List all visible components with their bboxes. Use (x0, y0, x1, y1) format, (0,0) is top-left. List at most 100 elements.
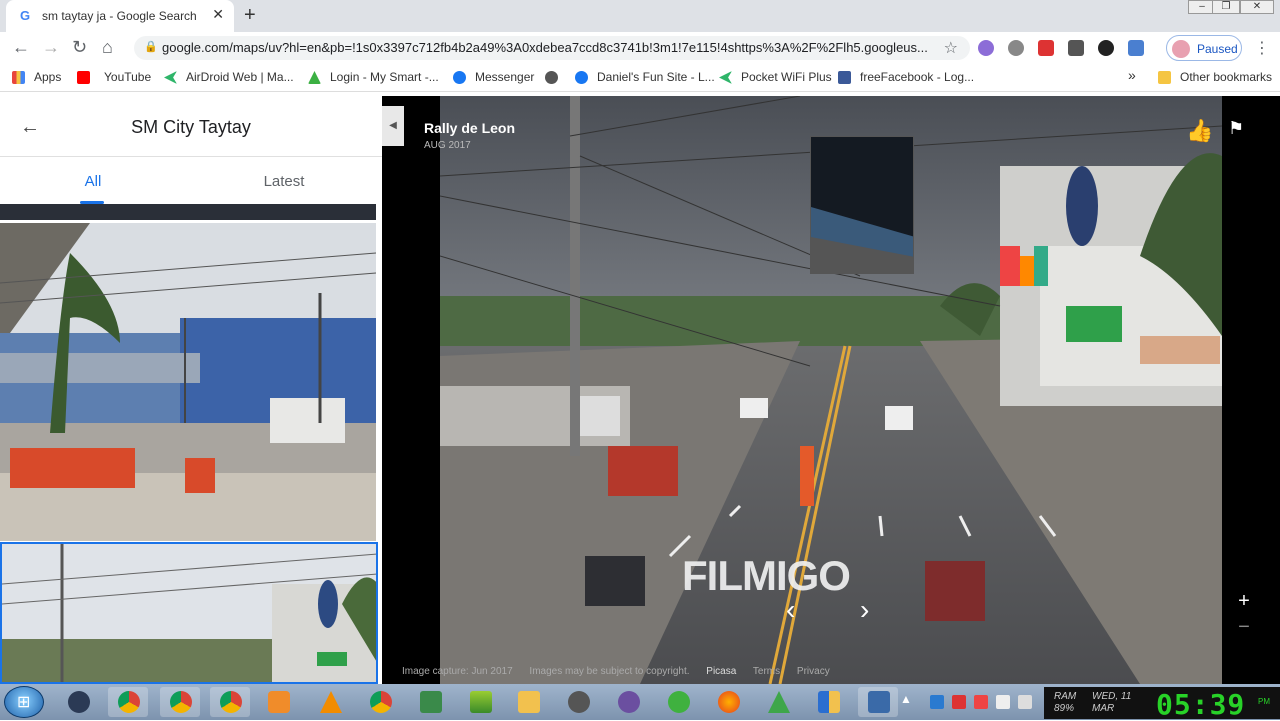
windows-taskbar: ⊞ ▲ RAM 89% WED, 11 MAR 05:39 PM (0, 684, 1280, 721)
taskbar-app[interactable] (808, 687, 848, 717)
network-icon[interactable] (996, 695, 1010, 709)
home-icon[interactable]: ⌂ (102, 37, 113, 58)
taskbar-app[interactable] (410, 687, 450, 717)
bookmark-youtube[interactable]: YouTube (104, 70, 151, 84)
globe-icon (545, 71, 558, 84)
viewer-footer: Image capture: Jun 2017 Images may be su… (402, 666, 844, 677)
facebook-icon (838, 71, 851, 84)
bookmark-pocketwifi[interactable]: Pocket WiFi Plus (741, 70, 832, 84)
reload-icon[interactable]: ↻ (72, 37, 87, 58)
taskbar-app[interactable] (360, 687, 400, 717)
tab-all[interactable]: All (0, 173, 186, 190)
chrome-icon (220, 691, 242, 713)
taskbar-app[interactable] (210, 687, 250, 717)
address-bar[interactable]: 🔒 google.com/maps/uv?hl=en&pb=!1s0x3397c… (134, 36, 970, 60)
new-tab-icon[interactable]: + (244, 4, 256, 27)
filmigo-watermark: FILMIGO (682, 552, 851, 599)
media-player-icon (268, 691, 290, 713)
taskbar-app[interactable] (310, 687, 350, 717)
copyright-notice: Images may be subject to copyright. (529, 666, 690, 677)
bookmark-other[interactable]: Other bookmarks (1180, 70, 1272, 84)
privacy-link[interactable]: Privacy (797, 666, 830, 677)
back-icon[interactable]: ← (12, 37, 30, 58)
bookmark-apps[interactable]: Apps (34, 70, 61, 84)
taskbar-app[interactable] (258, 687, 298, 717)
extension-icon[interactable] (1098, 40, 1114, 56)
extension-icon[interactable] (978, 40, 994, 56)
next-photo-icon[interactable]: › (860, 594, 869, 626)
tray-expand-icon[interactable]: ▲ (900, 692, 912, 706)
taskbar-app[interactable] (708, 687, 748, 717)
wifi-hotspot-icon (768, 691, 790, 713)
taskbar-app[interactable] (460, 687, 500, 717)
collapse-panel-button[interactable]: ◀ (382, 106, 404, 146)
bookmark-star-icon[interactable]: ☆ (944, 38, 958, 58)
messenger-icon (453, 71, 466, 84)
bluestacks-icon (470, 691, 492, 713)
photo-thumbnail[interactable] (0, 223, 376, 541)
picasa-logo[interactable]: Picasa (706, 666, 736, 677)
clock-ampm: PM (1258, 697, 1270, 706)
start-button[interactable]: ⊞ (4, 686, 44, 718)
maximize-button[interactable]: ❐ (1212, 0, 1240, 14)
taskbar-app[interactable] (558, 687, 598, 717)
google-favicon-icon: G (20, 8, 31, 23)
browser-tab[interactable]: G sm taytay ja - Google Search ✕ (6, 0, 234, 32)
taskbar-app[interactable] (758, 687, 798, 717)
extension-icon[interactable] (1008, 40, 1024, 56)
photo-thumbnail-selected[interactable] (0, 542, 378, 684)
forward-icon[interactable]: → (42, 37, 60, 58)
bookmarks-bar: Apps YouTube AirDroid Web | Ma... Login … (0, 64, 1280, 92)
taskbar-app[interactable] (608, 687, 648, 717)
bookmark-freefacebook[interactable]: freeFacebook - Log... (860, 70, 974, 84)
smart-icon (308, 71, 321, 84)
bookmark-messenger[interactable]: Messenger (475, 70, 534, 84)
taskbar-app[interactable] (858, 687, 898, 717)
tray-app-icon[interactable] (974, 695, 988, 709)
tray-app-icon[interactable] (930, 695, 944, 709)
windows-logo-icon: ⊞ (17, 694, 31, 711)
bookmark-airdroid[interactable]: AirDroid Web | Ma... (186, 70, 294, 84)
month: MAR (1092, 703, 1115, 714)
zoom-in-icon[interactable]: + (1230, 590, 1258, 613)
taskbar-app[interactable] (160, 687, 200, 717)
tray-app-icon[interactable] (952, 695, 966, 709)
audio-app-icon (68, 691, 90, 713)
thumbs-up-icon[interactable]: 👍 (1186, 118, 1213, 144)
photo-thumbnail[interactable] (0, 204, 376, 220)
apps-grid-icon (12, 71, 25, 84)
photo-date: AUG 2017 (424, 140, 471, 151)
taskbar-app[interactable] (658, 687, 698, 717)
extension-icon[interactable] (1068, 40, 1084, 56)
clock-widget[interactable]: RAM 89% WED, 11 MAR 05:39 PM (1044, 687, 1280, 721)
volume-icon[interactable] (1018, 695, 1032, 709)
youtube-icon (77, 71, 90, 84)
tab-latest[interactable]: Latest (190, 173, 378, 190)
tab-close-icon[interactable]: ✕ (212, 6, 224, 23)
taskbar-app[interactable] (108, 687, 148, 717)
bookmark-smart[interactable]: Login - My Smart -... (330, 70, 439, 84)
photo-author[interactable]: Rally de Leon (424, 120, 515, 136)
menu-icon[interactable]: ⋮ (1254, 38, 1270, 58)
photo-inset-preview[interactable] (810, 136, 914, 274)
extension-icon[interactable] (1038, 40, 1054, 56)
bookmark-funsite[interactable]: Daniel's Fun Site - L... (597, 70, 715, 84)
extension-icon[interactable] (1128, 40, 1144, 56)
taskbar-app[interactable] (508, 687, 548, 717)
zoom-out-icon[interactable]: − (1230, 616, 1258, 639)
photo-panel: ← SM City Taytay All Latest (0, 96, 382, 684)
taskbar-app[interactable] (58, 687, 98, 717)
settings-app-icon (568, 691, 590, 713)
zoom-controls: + − (1230, 590, 1258, 646)
close-window-button[interactable]: ✕ (1240, 0, 1274, 14)
chrome-icon (370, 691, 392, 713)
more-bookmarks-icon[interactable]: » (1128, 67, 1136, 83)
firefox-icon (718, 691, 740, 713)
flag-icon[interactable]: ⚑ (1228, 118, 1244, 139)
system-tray: ▲ (896, 684, 1046, 720)
calculator-icon (420, 691, 442, 713)
terms-link[interactable]: Terms (753, 666, 780, 677)
shield-icon (818, 691, 840, 713)
ram-value: 89% (1054, 703, 1075, 714)
profile-button[interactable]: Paused (1166, 35, 1242, 61)
